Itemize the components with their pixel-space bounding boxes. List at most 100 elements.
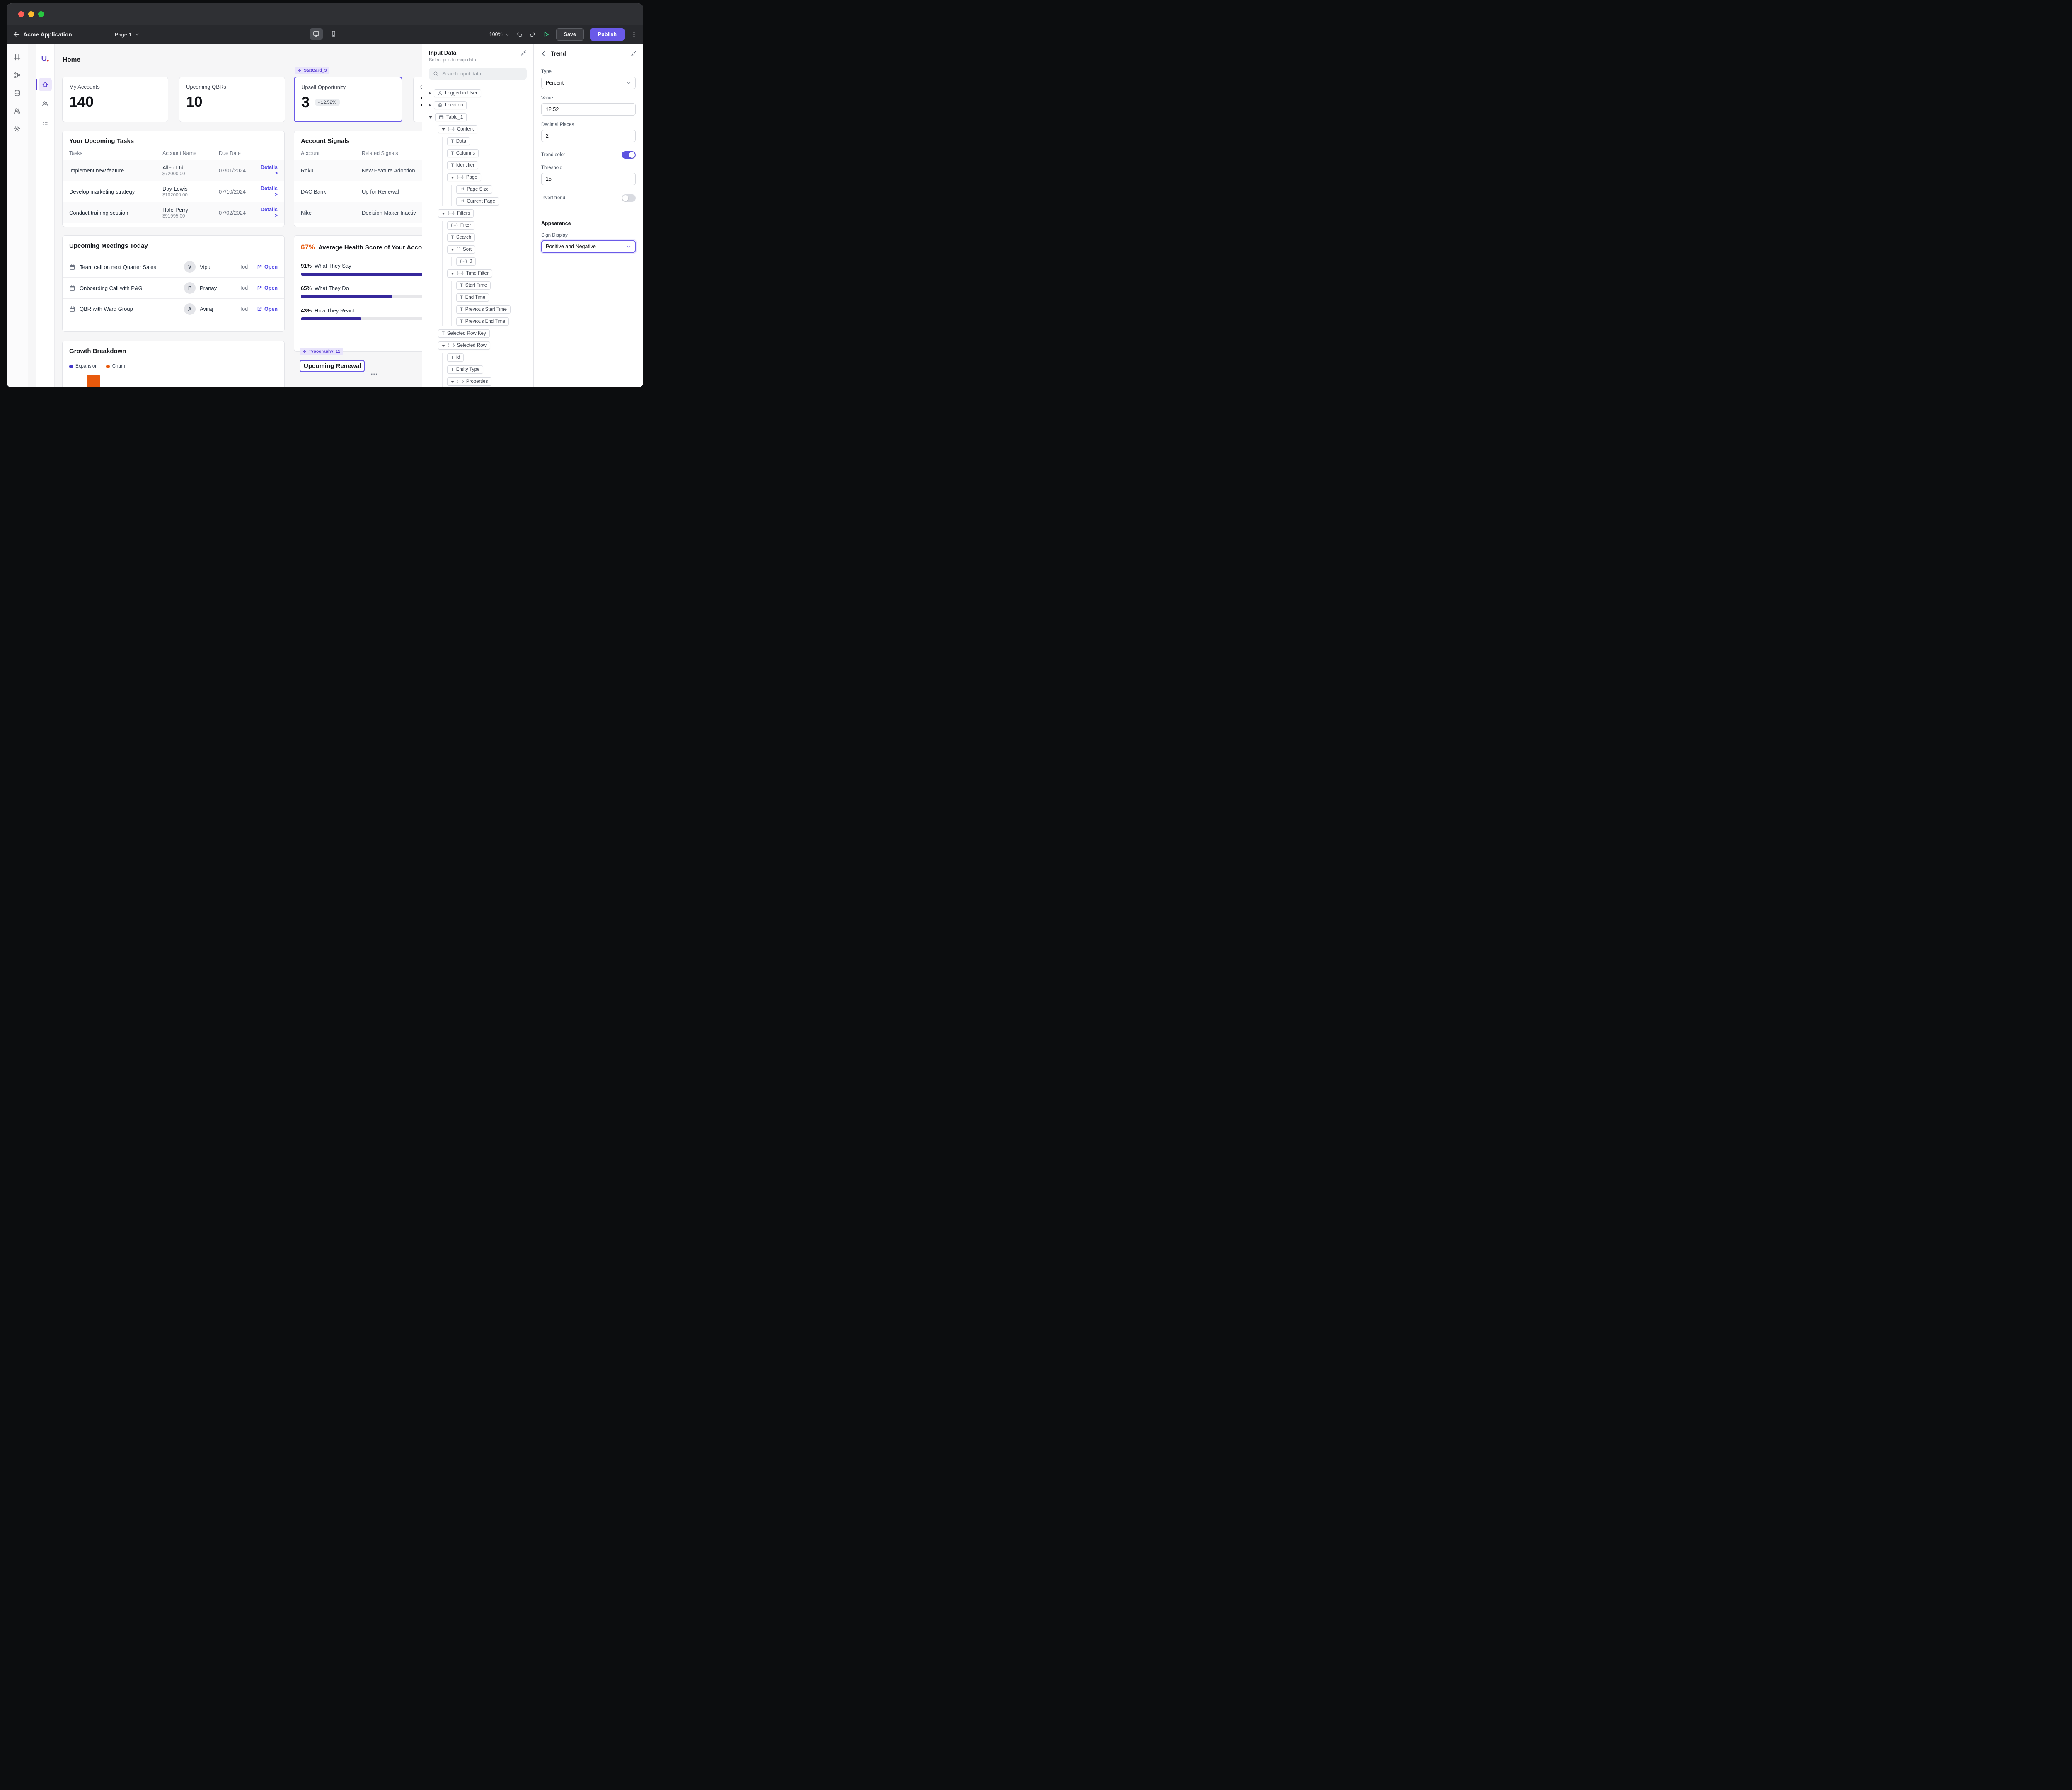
calendar-icon: [69, 285, 75, 291]
data-pill[interactable]: {…}Time Filter: [447, 269, 492, 278]
data-pill[interactable]: TSelected Row Key: [438, 329, 490, 338]
upcoming-tasks-card[interactable]: Your Upcoming Tasks Tasks Account Name D…: [62, 131, 285, 227]
stat-card-upsell-opportunity[interactable]: StatCard_3 Upsell Opportunity 3 - 12.52%: [294, 77, 402, 122]
details-link[interactable]: Details >: [260, 207, 278, 218]
save-button[interactable]: Save: [556, 28, 584, 41]
growth-breakdown-card[interactable]: Growth Breakdown ExpansionChurn: [62, 341, 285, 387]
tree-caret-icon[interactable]: [442, 128, 445, 131]
value-input[interactable]: [546, 106, 631, 112]
maximize-window-button[interactable]: [38, 11, 44, 17]
tree-caret-icon[interactable]: [451, 381, 454, 383]
sidebar-item-tasks[interactable]: [36, 115, 55, 130]
data-pill[interactable]: Location: [434, 101, 467, 109]
data-pill[interactable]: TData: [447, 137, 470, 145]
publish-button[interactable]: Publish: [590, 28, 625, 41]
invert-trend-toggle[interactable]: [622, 194, 636, 202]
data-pill[interactable]: TEnd Time: [456, 293, 489, 302]
data-pill[interactable]: [ ]Sort: [447, 245, 475, 254]
value-field[interactable]: [541, 103, 636, 116]
data-pill[interactable]: TSearch: [447, 233, 475, 242]
open-meeting-link[interactable]: Open: [257, 264, 278, 270]
undo-button[interactable]: [516, 31, 523, 38]
decimal-places-field[interactable]: [541, 130, 636, 142]
data-pill[interactable]: {…}0: [456, 257, 476, 266]
data-pill[interactable]: {…}Selected Row: [438, 341, 490, 350]
checklist-icon: [42, 119, 48, 126]
meeting-title: Onboarding Call with P&G: [80, 285, 180, 291]
data-pill[interactable]: ±1Page Size: [456, 185, 492, 194]
data-pill[interactable]: {…}Filter: [447, 221, 474, 230]
chevron-left-icon[interactable]: [540, 51, 547, 57]
sign-display-select[interactable]: Positive and Negative: [541, 240, 636, 253]
zoom-selector[interactable]: 100%: [489, 31, 510, 37]
typography-selection[interactable]: Typography_11 Upcoming Renewal ...: [300, 358, 365, 372]
close-window-button[interactable]: [18, 11, 24, 17]
tree-caret-icon[interactable]: [451, 249, 454, 251]
signal-row: RokuNew Feature Adoption: [294, 160, 422, 181]
preview-play-button[interactable]: [542, 31, 550, 38]
pill-label: End Time: [465, 295, 486, 300]
desktop-view-button[interactable]: [310, 28, 323, 40]
meetings-card[interactable]: Upcoming Meetings Today Team call on nex…: [62, 235, 285, 332]
tree-caret-icon[interactable]: [429, 104, 431, 107]
data-pill[interactable]: {…}Properties: [447, 377, 491, 386]
data-pill[interactable]: TIdentifier: [447, 161, 478, 169]
trend-color-toggle[interactable]: [622, 151, 636, 159]
redo-button[interactable]: [529, 31, 536, 38]
page-selector[interactable]: Page 1: [115, 31, 140, 38]
tree-caret-icon[interactable]: [442, 213, 445, 215]
collapse-panel-icon[interactable]: [630, 51, 637, 57]
stat-card-upcoming-qbrs[interactable]: Upcoming QBRs 10: [179, 77, 285, 122]
design-canvas[interactable]: Home My Accounts 140 Upcoming QBRs 10 St…: [28, 44, 422, 387]
back-arrow-icon[interactable]: [12, 30, 21, 39]
collapse-panel-icon[interactable]: [520, 50, 527, 56]
minimize-window-button[interactable]: [28, 11, 34, 17]
details-link[interactable]: Details >: [260, 164, 278, 176]
health-score-card[interactable]: 67% Average Health Score of Your Accou 9…: [294, 235, 422, 352]
database-icon[interactable]: [14, 90, 21, 97]
data-pill[interactable]: Table_1: [435, 113, 467, 121]
more-options-button[interactable]: [631, 31, 637, 38]
stat-value: 140: [69, 93, 94, 111]
gear-icon[interactable]: [14, 125, 21, 132]
tree-caret-icon[interactable]: [429, 116, 432, 119]
data-pill[interactable]: {…}Content: [438, 125, 477, 133]
artboard-icon[interactable]: [14, 54, 21, 61]
tree-caret-icon[interactable]: [451, 177, 454, 179]
users-icon[interactable]: [14, 107, 21, 114]
data-pill[interactable]: TId: [447, 353, 464, 362]
type-select[interactable]: Percent: [541, 77, 636, 89]
typography-element[interactable]: Upcoming Renewal: [300, 360, 365, 372]
data-pill[interactable]: TPrevious End Time: [456, 317, 509, 326]
sidebar-item-home[interactable]: [36, 77, 55, 92]
data-pill[interactable]: TEntity Type: [447, 365, 483, 374]
threshold-input[interactable]: [546, 176, 631, 182]
stat-card-partial[interactable]: O 3: [413, 77, 422, 122]
input-data-search[interactable]: [429, 68, 527, 80]
data-pill[interactable]: TStart Time: [456, 281, 491, 290]
data-pill[interactable]: TColumns: [447, 149, 479, 157]
search-input[interactable]: [442, 71, 523, 77]
mobile-view-button[interactable]: [327, 28, 340, 40]
data-pill[interactable]: ±1Current Page: [456, 197, 499, 206]
details-link[interactable]: Details >: [260, 186, 278, 197]
sidebar-item-accounts[interactable]: [36, 96, 55, 111]
account-signals-card[interactable]: Account Signals Account Related Signals …: [294, 131, 422, 227]
threshold-field[interactable]: [541, 173, 636, 185]
tree-caret-icon[interactable]: [451, 273, 454, 275]
component-tree-icon[interactable]: [14, 72, 21, 79]
tree-caret-icon[interactable]: [442, 345, 445, 347]
data-pill[interactable]: Logged in User: [434, 89, 481, 97]
open-meeting-link[interactable]: Open: [257, 285, 278, 291]
bar-track: [301, 295, 422, 298]
open-meeting-link[interactable]: Open: [257, 306, 278, 312]
data-pill[interactable]: {…}Filters: [438, 209, 474, 218]
tree-caret-icon[interactable]: [429, 92, 431, 95]
pill-label: Sort: [463, 247, 472, 252]
decimal-places-input[interactable]: [546, 133, 631, 139]
overflow-ellipsis[interactable]: ...: [371, 369, 378, 377]
stat-card-my-accounts[interactable]: My Accounts 140: [62, 77, 168, 122]
data-pill[interactable]: {…}Page: [447, 173, 481, 181]
panel-title: Input Data: [429, 50, 476, 56]
data-pill[interactable]: TPrevious Start Time: [456, 305, 511, 314]
